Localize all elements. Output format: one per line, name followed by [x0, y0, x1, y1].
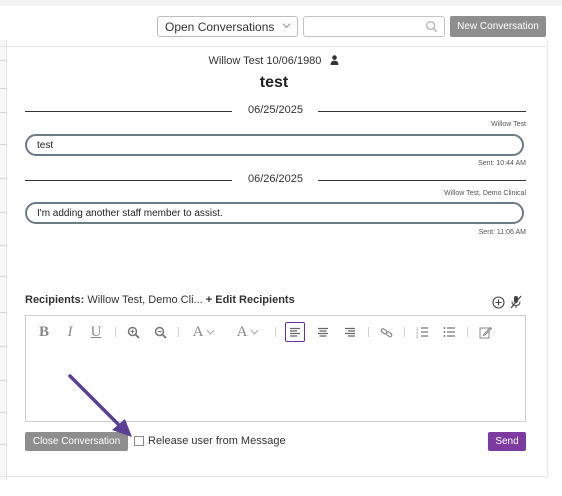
message-bubble: I'm adding another staff member to assis…: [25, 202, 524, 224]
align-right-icon[interactable]: [341, 322, 359, 342]
conversation-filter-select[interactable]: Open Conversations: [157, 16, 298, 37]
panel-border: [547, 40, 548, 477]
toolbar-separator: [467, 327, 468, 337]
date-label: 06/26/2025: [247, 173, 304, 185]
search-input[interactable]: [303, 16, 445, 37]
font-size-dropdown[interactable]: A: [189, 322, 219, 342]
header-divider: [0, 46, 548, 47]
annotation-arrow: [68, 374, 132, 437]
underline-button[interactable]: U: [88, 322, 104, 342]
patient-name-dob: Willow Test 10/06/1980: [208, 55, 322, 67]
message-bubble: test: [25, 134, 524, 156]
release-user-label[interactable]: Release user from Message: [148, 435, 286, 447]
toolbar-separator: [368, 327, 369, 337]
message-sender: Willow Test, Demo Clinical: [444, 190, 526, 197]
edit-recipients-link[interactable]: + Edit Recipients: [206, 294, 295, 306]
chevron-down-icon: [282, 23, 291, 29]
mic-off-icon[interactable]: [510, 295, 522, 309]
recipients-row: Recipients: Willow Test, Demo Cli... + E…: [25, 294, 295, 306]
svg-text:3: 3: [416, 334, 419, 338]
toolbar-separator: [404, 327, 405, 337]
left-rail: [0, 40, 7, 480]
search-icon[interactable]: [425, 20, 438, 33]
toolbar-separator: [275, 327, 276, 337]
numbered-list-icon[interactable]: 123: [413, 322, 431, 342]
align-center-icon[interactable]: [314, 322, 332, 342]
conversation-subject: test: [259, 74, 289, 91]
new-conversation-button[interactable]: New Conversation: [450, 16, 546, 37]
link-icon[interactable]: [377, 322, 395, 342]
add-circle-icon[interactable]: [492, 296, 505, 309]
edit-note-icon[interactable]: [476, 322, 494, 342]
recipients-value: Willow Test, Demo Cli...: [87, 294, 203, 306]
date-label: 06/25/2025: [247, 104, 304, 116]
date-separator: 06/26/2025: [25, 173, 526, 187]
top-strip: [0, 0, 562, 6]
message-sent-time: Sent: 10:44 AM: [478, 160, 526, 167]
person-icon[interactable]: [330, 55, 339, 65]
message-sent-time: Sent: 11:06 AM: [478, 229, 526, 236]
bullet-list-icon[interactable]: [440, 322, 458, 342]
recipients-label: Recipients:: [25, 294, 85, 306]
footer-divider: [0, 476, 548, 477]
chevron-down-icon: [207, 329, 215, 335]
chevron-down-icon: [251, 329, 259, 335]
toolbar-separator: [178, 327, 179, 337]
message-sender: Willow Test: [491, 121, 526, 128]
align-left-icon[interactable]: [285, 322, 305, 342]
zoom-in-icon[interactable]: [125, 322, 141, 342]
toolbar-separator: [115, 327, 116, 337]
send-button[interactable]: Send: [488, 432, 526, 451]
zoom-out-icon[interactable]: [152, 322, 168, 342]
patient-info: Willow Test 10/06/1980: [0, 55, 548, 67]
date-separator: 06/25/2025: [25, 104, 526, 118]
italic-button[interactable]: I: [62, 322, 78, 342]
font-color-dropdown[interactable]: A: [233, 322, 263, 342]
conversation-filter-value: Open Conversations: [165, 20, 275, 34]
bold-button[interactable]: B: [36, 322, 52, 342]
